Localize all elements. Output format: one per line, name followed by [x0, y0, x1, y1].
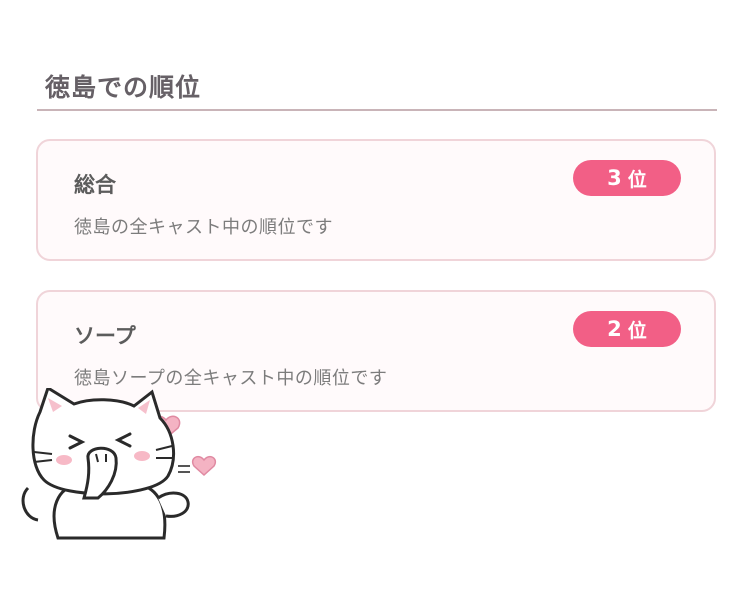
section-title: 徳島での順位: [45, 73, 202, 102]
cat-giggling-sticker-icon: [18, 385, 228, 553]
rank-badge: 2 位: [573, 311, 681, 347]
section-divider: [37, 109, 717, 111]
rank-number: 3: [607, 166, 622, 190]
ranking-description: 徳島の全キャスト中の順位です: [74, 217, 333, 238]
rank-unit: 位: [627, 319, 647, 342]
rank-badge: 3 位: [573, 160, 681, 196]
ranking-description: 徳島ソープの全キャスト中の順位です: [74, 368, 388, 389]
ranking-page: 徳島での順位 総合 3 位 徳島の全キャスト中の順位です ソープ 2 位 徳島ソ…: [0, 0, 750, 599]
rank-number: 2: [607, 317, 622, 341]
rank-unit: 位: [627, 168, 647, 191]
ranking-card-overall: 総合 3 位 徳島の全キャスト中の順位です: [36, 139, 716, 261]
ranking-category-label: 総合: [74, 173, 116, 197]
ranking-category-label: ソープ: [74, 324, 136, 348]
